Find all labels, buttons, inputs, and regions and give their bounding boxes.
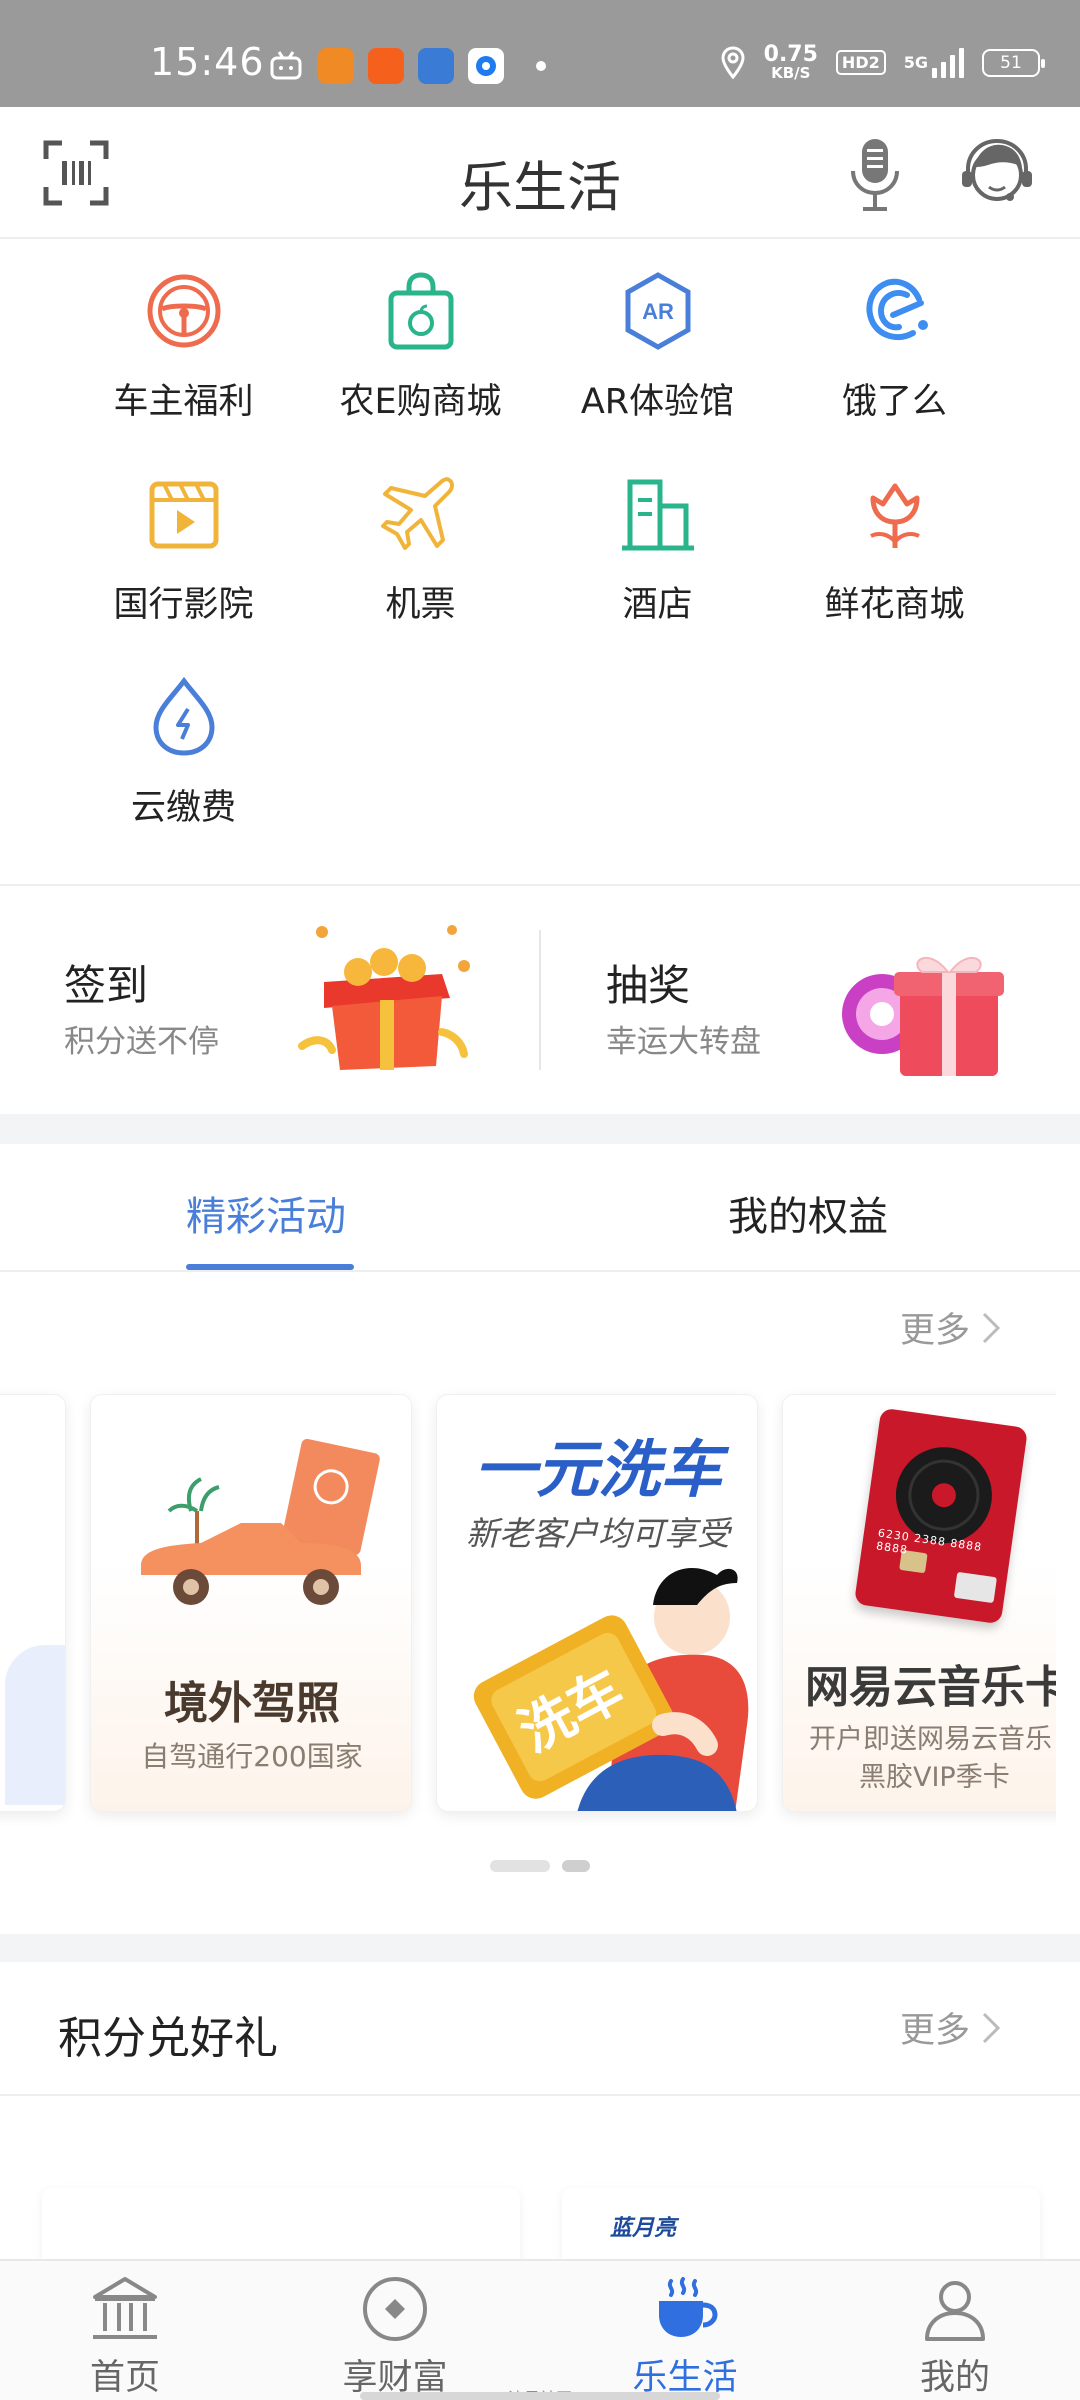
customer-service-icon [962, 138, 1032, 201]
points-exchange-section: 积分兑好礼 更多 蓝月亮 [0, 1962, 1080, 2268]
card-title: 网易云音乐卡 [805, 1662, 1069, 1713]
service-eleme[interactable]: 饿了么 [776, 241, 1013, 431]
card-headline: 一元洗车 [473, 1433, 722, 1506]
tab-my-benefits[interactable]: 我的权益 [728, 1184, 888, 1242]
points-more-link[interactable]: 更多 [900, 2002, 1002, 2053]
promo-row: 签到 积分送不停 抽奖 幸运大转盘 [0, 886, 1080, 1112]
notification-dot [536, 61, 546, 71]
points-item-card[interactable] [42, 2188, 520, 2268]
status-indicators: 0.75 KB/S HD2 5G 51 [720, 42, 1045, 82]
section-gap [0, 1934, 1080, 1962]
bank-icon [93, 2277, 157, 2339]
cinema-icon [149, 481, 218, 549]
customer-service-button[interactable] [958, 137, 1036, 209]
activity-card-intl-license[interactable]: 境外驾照 自驾通行200国家 [90, 1394, 412, 1812]
svg-text:AR: AR [642, 299, 674, 324]
service-cinema[interactable]: 国行影院 [65, 444, 302, 634]
bank-card-image: 6230 2388 8888 8888 [853, 1407, 1029, 1625]
flower-icon [869, 483, 920, 548]
divider [0, 2094, 1080, 2096]
signin-card[interactable]: 签到 积分送不停 [0, 886, 540, 1112]
coffee-cup-icon [659, 2277, 718, 2337]
hd-badge: HD2 [835, 50, 886, 75]
service-flights[interactable]: 机票 [302, 444, 539, 634]
status-time: 15:46 [150, 40, 265, 84]
vinyl-record-icon [895, 1447, 997, 1603]
home-indicator[interactable] [360, 2392, 720, 2400]
taobao-icon [368, 48, 404, 84]
active-tab-indicator [186, 1264, 354, 1270]
chevron-right-icon [982, 1312, 1001, 1343]
points-title: 积分兑好礼 [58, 2013, 278, 2064]
browser-app-icon [468, 48, 504, 84]
activity-tabs: 精彩活动 我的权益 [0, 1144, 1080, 1272]
card-subtitle-line2: 黑胶VIP季卡 [859, 1762, 1010, 1793]
map-app-icon [418, 48, 454, 84]
lottery-gift-icon [842, 957, 1004, 1076]
services-grid: 车主福利 农E购商城 AR AR体验馆 饿了么 国行影院 机票 酒店 鲜花商城 … [0, 241, 1080, 882]
activities-more-link[interactable]: 更多 [900, 1302, 1002, 1353]
pagination-dot-active[interactable] [562, 1860, 590, 1872]
nav-me[interactable]: 我的 [820, 2261, 1080, 2400]
page-title: 乐生活 [459, 156, 621, 219]
eleme-icon [866, 278, 928, 341]
card-title: 境外驾照 [164, 1678, 340, 1729]
service-flower-mall[interactable]: 鲜花商城 [776, 444, 1013, 634]
nav-home[interactable]: 首页 [0, 2261, 260, 2400]
shopping-bag-icon [388, 272, 453, 350]
app-header: 乐生活 [0, 107, 1080, 239]
status-app-icons [268, 48, 546, 84]
chevron-right-icon [982, 2012, 1001, 2043]
points-item-card[interactable]: 蓝月亮 [562, 2188, 1040, 2268]
tv-app-icon [268, 48, 304, 84]
car-passport-icon [141, 1438, 380, 1605]
card-subtitle-line1: 开户即送网易云音乐 [809, 1724, 1052, 1755]
ar-icon: AR [625, 272, 690, 350]
activity-card-partial[interactable] [0, 1394, 66, 1812]
network-speed: 0.75 KB/S [763, 42, 818, 82]
card-subtitle: 新老客户均可享受 [466, 1514, 730, 1553]
service-nonge-mall[interactable]: 农E购商城 [302, 241, 539, 431]
activity-card-netease-music[interactable]: 6230 2388 8888 8888 网易云音乐卡 开户即送网易云音乐 黑胶V… [782, 1394, 1080, 1812]
bill-payment-icon [152, 676, 215, 756]
lottery-card[interactable]: 抽奖 幸运大转盘 [540, 886, 1080, 1112]
service-hotel[interactable]: 酒店 [539, 444, 776, 634]
wealth-icon [363, 2277, 427, 2341]
activity-card-car-wash[interactable]: 一元洗车 新老客户均可享受 洗车 [436, 1394, 758, 1812]
airplane-icon [380, 477, 454, 550]
voice-search-button[interactable] [845, 135, 905, 213]
battery-icon: 51 [982, 48, 1045, 77]
person-icon [925, 2281, 985, 2341]
gift-box-coins-icon [298, 925, 470, 1070]
nav-wealth[interactable]: 享财富 [260, 2261, 530, 2400]
service-bill-payment[interactable]: 云缴费 [65, 647, 302, 837]
card-subtitle: 自驾通行200国家 [141, 1740, 363, 1773]
microphone-icon [851, 139, 899, 211]
activities-carousel: 更多 境外驾照 自驾通行200国家 一元洗车 新老客户均可享受 洗车 6230 … [0, 1274, 1080, 1934]
carousel-pagination [490, 1860, 590, 1872]
service-car-benefits[interactable]: 车主福利 [65, 241, 302, 431]
hotel-icon [621, 479, 694, 551]
bottom-navigation: 首页 享财富 乐生活 我的 流星社区 [0, 2259, 1080, 2400]
signal-bars-icon [932, 47, 964, 78]
status-bar: 15:46 0.75 KB/S HD2 5G 51 [0, 0, 1080, 107]
pagination-dot[interactable] [490, 1860, 550, 1872]
brand-logo-text: 蓝月亮 [610, 2216, 677, 2241]
signal-indicator: 5G [904, 47, 964, 78]
location-icon [721, 45, 745, 79]
nav-life[interactable]: 乐生活 [550, 2261, 820, 2400]
steering-wheel-icon [147, 274, 220, 348]
tab-featured-activities[interactable]: 精彩活动 [186, 1184, 346, 1242]
uc-browser-icon [318, 48, 354, 84]
service-ar-museum[interactable]: AR AR体验馆 [539, 241, 776, 431]
section-gap [0, 1114, 1080, 1144]
